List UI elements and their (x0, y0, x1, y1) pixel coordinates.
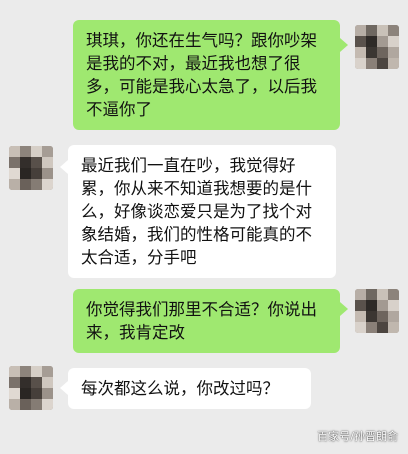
message-line: 象结婚，我们的性格可能真的不 (81, 225, 312, 244)
message-bubble-received[interactable]: 最近我们一直在吵，我觉得好 累，你从来不知道我想要的是什 么，好像谈恋爱只是为了… (68, 145, 336, 278)
bubble-tail (60, 381, 68, 395)
avatar-self[interactable] (355, 25, 399, 69)
message-line: 琪琪，你还在生气吗？跟你吵架 (86, 31, 317, 50)
message-line: 多，可能是我心太急了，以后我 (86, 77, 317, 96)
message-line: 太合适，分手吧 (81, 248, 197, 267)
message-line: 你觉得我们那里不合适？你说出 (86, 300, 317, 319)
message-bubble-sent[interactable]: 琪琪，你还在生气吗？跟你吵架 是我的不对，最近我也想了很 多，可能是我心太急了，… (73, 20, 340, 130)
bubble-tail (60, 160, 68, 174)
message-line: 累，你从来不知道我想要的是什 (81, 179, 312, 198)
avatar-self[interactable] (355, 289, 399, 333)
avatar-other[interactable] (9, 146, 53, 190)
message-line: 不逼你了 (86, 100, 152, 119)
message-bubble-sent[interactable]: 你觉得我们那里不合适？你说出 来，我肯定改 (73, 289, 340, 353)
chat-area: 琪琪，你还在生气吗？跟你吵架 是我的不对，最近我也想了很 多，可能是我心太急了，… (0, 0, 408, 454)
message-line: 是我的不对，最近我也想了很 (86, 54, 301, 73)
avatar-other[interactable] (9, 366, 53, 410)
message-line: 来，我肯定改 (86, 323, 185, 342)
message-line: 么，好像谈恋爱只是为了找个对 (81, 202, 312, 221)
bubble-tail (340, 302, 348, 316)
message-bubble-received[interactable]: 每次都这么说，你改过吗？ (68, 368, 311, 409)
message-line: 最近我们一直在吵，我觉得好 (81, 156, 296, 175)
bubble-tail (340, 38, 348, 52)
watermark: 百家号/孙晋朗俞 (317, 430, 398, 443)
message-line: 每次都这么说，你改过吗？ (81, 379, 279, 398)
